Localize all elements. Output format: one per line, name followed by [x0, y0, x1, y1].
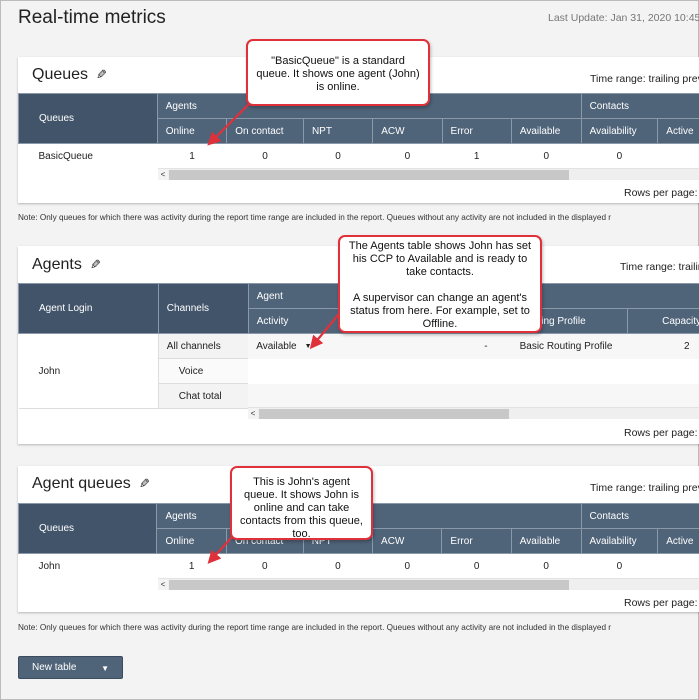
- agent-queues-title-text: Agent queues: [32, 475, 131, 492]
- scroll-left-icon[interactable]: <: [158, 169, 168, 180]
- col-acw[interactable]: ACW: [372, 528, 443, 554]
- col-available[interactable]: Available: [510, 528, 582, 554]
- cell-on-contact: 0: [262, 150, 268, 162]
- caret-down-icon: ▼: [101, 664, 109, 673]
- col-error[interactable]: Error: [441, 528, 512, 554]
- queues-panel-title: Queues ✎: [32, 66, 107, 84]
- col-online[interactable]: Online: [156, 528, 227, 554]
- edit-pencil-icon[interactable]: ✎: [90, 257, 101, 273]
- agent-login-cell[interactable]: John: [18, 333, 159, 409]
- rows-per-page-label: Rows per page:: [624, 427, 698, 439]
- cell-acw: 0: [404, 560, 410, 572]
- new-table-label: New table: [32, 662, 77, 673]
- cell-npt: 0: [335, 560, 341, 572]
- queues-horizontal-scrollbar[interactable]: <: [158, 168, 699, 180]
- col-agent-login[interactable]: Agent Login: [18, 283, 159, 334]
- activity-dropdown[interactable]: Available ▼: [256, 341, 311, 352]
- channel-voice: Voice: [157, 358, 249, 384]
- queues-time-range: Time range: trailing prev: [590, 73, 699, 85]
- col-error[interactable]: Error: [441, 118, 512, 144]
- agents-time-range: Time range: trailir: [620, 261, 699, 273]
- channel-chat: Chat total: [157, 383, 249, 409]
- cell-availability: 0: [616, 150, 623, 162]
- page-title: Real-time metrics: [18, 7, 166, 28]
- col-online[interactable]: Online: [156, 118, 228, 144]
- activity-cell: Available ▼ -: [248, 333, 498, 359]
- rows-per-page-label: Rows per page:: [624, 187, 698, 199]
- queues-note: Note: Only queues for which there was ac…: [18, 213, 612, 222]
- new-table-button[interactable]: New table ▼: [18, 656, 123, 679]
- col-active[interactable]: Active: [657, 528, 699, 554]
- cell-active: [658, 554, 699, 579]
- last-update: Last Update: Jan 31, 2020 10:45:3: [548, 12, 699, 24]
- agent-queues-note: Note: Only queues for which there was ac…: [18, 623, 612, 632]
- cell-active: [658, 144, 699, 169]
- cell-acw: 0: [404, 150, 411, 162]
- cell-error: 0: [473, 560, 480, 572]
- agent-queues-horizontal-scrollbar[interactable]: <: [158, 578, 699, 590]
- col-queues[interactable]: Queues: [17, 503, 158, 554]
- scroll-thumb[interactable]: [169, 170, 569, 180]
- cell-npt: 0: [335, 150, 341, 162]
- capacity-cell: 2: [627, 333, 699, 359]
- empty-cell: [248, 383, 699, 409]
- group-contacts: Contacts: [580, 503, 699, 529]
- table-row: John All channels Available ▼ - Basic Ro…: [18, 333, 699, 409]
- col-capacity[interactable]: Capacity: [627, 308, 699, 334]
- scroll-thumb[interactable]: [169, 580, 569, 590]
- scroll-left-icon[interactable]: <: [248, 408, 258, 419]
- col-availability[interactable]: Availability: [580, 118, 659, 144]
- col-available[interactable]: Available: [510, 118, 582, 144]
- agent-queues-panel-title: Agent queues ✎: [32, 475, 150, 493]
- group-contacts: Contacts: [580, 93, 699, 119]
- col-active[interactable]: Active: [657, 118, 699, 144]
- callout-basicqueue: "BasicQueue" is a standard queue. It sho…: [246, 39, 430, 106]
- col-on-contact[interactable]: On contact: [226, 118, 304, 144]
- cell-on-contact: 0: [262, 560, 268, 572]
- table-row: John 1 0 0 0 0 0 0: [19, 554, 699, 579]
- cell-online: 1: [188, 560, 195, 572]
- callout-agents-line1: The Agents table shows John has set his …: [348, 240, 532, 278]
- col-availability[interactable]: Availability: [580, 528, 659, 554]
- activity-value: Available: [256, 340, 297, 352]
- agents-horizontal-scrollbar[interactable]: <: [248, 407, 699, 419]
- agents-title-text: Agents: [32, 256, 82, 273]
- cell-availability: 0: [616, 560, 623, 572]
- col-channels[interactable]: Channels: [157, 283, 249, 334]
- scroll-left-icon[interactable]: <: [158, 579, 168, 590]
- agents-panel-title: Agents ✎: [32, 256, 101, 274]
- edit-pencil-icon[interactable]: ✎: [139, 476, 150, 492]
- empty-cell: [248, 359, 699, 384]
- col-npt[interactable]: NPT: [302, 118, 374, 144]
- routing-profile-cell: Basic Routing Profile: [497, 333, 628, 359]
- callout-agents-line2: A supervisor can change an agent's statu…: [350, 292, 530, 330]
- rows-per-page-label: Rows per page:: [624, 597, 698, 609]
- table-row: BasicQueue 1 0 0 0 1 0 0: [19, 144, 699, 169]
- caret-down-icon: ▼: [304, 342, 312, 350]
- cell-online: 1: [189, 150, 195, 162]
- channel-all: All channels: [157, 333, 249, 359]
- cell-available: 0: [543, 560, 549, 572]
- queues-title-text: Queues: [32, 66, 89, 83]
- col-acw[interactable]: ACW: [372, 118, 443, 144]
- scroll-thumb[interactable]: [259, 409, 509, 419]
- cell-error: 1: [473, 150, 480, 162]
- cell-available: 0: [543, 150, 549, 162]
- dash-cell: -: [484, 341, 488, 352]
- edit-pencil-icon[interactable]: ✎: [96, 67, 107, 83]
- queue-name[interactable]: John: [19, 554, 157, 579]
- agent-queues-time-range: Time range: trailing prev: [590, 482, 699, 494]
- col-queues[interactable]: Queues: [18, 93, 158, 144]
- queue-name[interactable]: BasicQueue: [19, 144, 158, 169]
- callout-agent-queues: This is John's agent queue. It shows Joh…: [230, 466, 373, 540]
- callout-agents: The Agents table shows John has set his …: [338, 235, 542, 333]
